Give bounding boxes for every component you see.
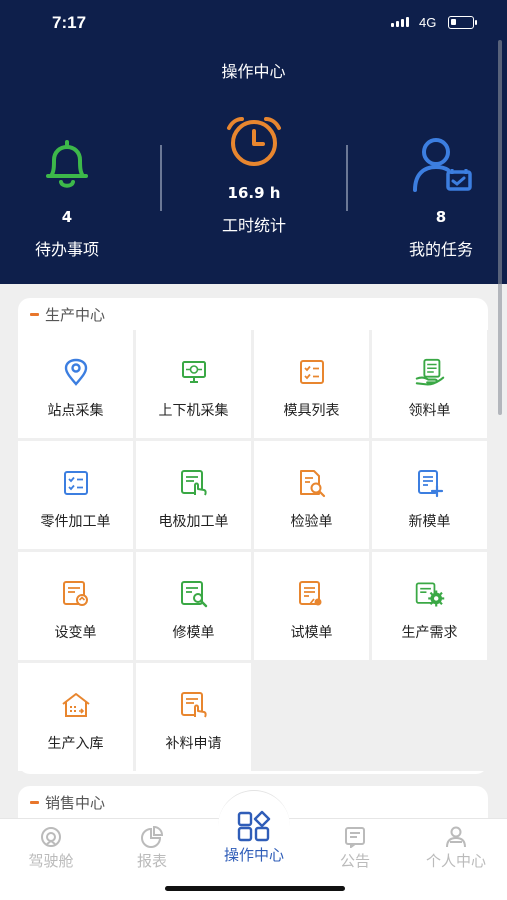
grid-item-inspection[interactable]: 检验单 (254, 441, 369, 549)
document-dot-icon (296, 578, 328, 610)
checklist-icon (60, 467, 92, 499)
grid-item-new-mold[interactable]: 新模单 (372, 441, 487, 549)
scrollbar[interactable] (498, 40, 502, 415)
grid-item-material-pick[interactable]: 领料单 (372, 330, 487, 438)
section-marker (30, 800, 39, 804)
document-search-icon (296, 467, 328, 499)
grid-item-label: 修模单 (172, 625, 215, 641)
section-title: 生产中心 (45, 305, 106, 324)
section-title: 销售中心 (45, 793, 106, 812)
tab-reports[interactable]: 报表 (107, 824, 197, 871)
location-pin-icon (60, 356, 92, 388)
grid-item-label: 零件加工单 (40, 514, 111, 530)
grid-item-mold-repair[interactable]: 修模单 (136, 552, 251, 660)
grid-item-material-supplement[interactable]: 补料申请 (136, 663, 251, 771)
document-tap-icon (178, 467, 210, 499)
grid-item-label: 领料单 (408, 403, 451, 419)
document-gear-icon (414, 578, 446, 610)
tab-label: 个人中心 (425, 852, 486, 870)
status-time: 7:17 (52, 13, 87, 32)
grid-item-production-inbound[interactable]: 生产入库 (18, 663, 133, 771)
home-indicator[interactable] (165, 886, 345, 891)
person-icon (411, 824, 501, 848)
network-label: 4G (419, 15, 437, 30)
monitor-icon (178, 356, 210, 388)
grid-item-label: 站点采集 (47, 403, 104, 419)
divider (160, 145, 162, 211)
grid-item-electrode-process[interactable]: 电极加工单 (136, 441, 251, 549)
grid-item-label: 生产需求 (401, 625, 458, 641)
battery-icon (448, 16, 477, 29)
tab-operation-center[interactable]: 操作中心 (209, 810, 299, 865)
stat-todo-label: 待办事项 (34, 240, 99, 259)
grid-item-machine-collect[interactable]: 上下机采集 (136, 330, 251, 438)
grid-item-label: 电极加工单 (158, 514, 229, 530)
grid-item-label: 上下机采集 (158, 403, 229, 419)
bell-icon (12, 136, 122, 194)
signal-icon (391, 17, 409, 27)
grid-item-label: 新模单 (408, 514, 451, 530)
grid-item-site-collect[interactable]: 站点采集 (18, 330, 133, 438)
grid-item-label: 补料申请 (165, 736, 222, 752)
stat-tasks-value: 8 (435, 208, 447, 226)
stat-tasks[interactable]: 8 我的任务 (386, 136, 496, 260)
grid-item-production-demand[interactable]: 生产需求 (372, 552, 487, 660)
stat-hours-label: 工时统计 (221, 216, 286, 235)
production-grid: 站点采集 上下机采集 模具列表 领料单 零件加工单 电极加工单 检验单 新模单 … (18, 330, 488, 771)
document-refresh-icon (60, 578, 92, 610)
grid-item-design-change[interactable]: 设变单 (18, 552, 133, 660)
stat-tasks-label: 我的任务 (408, 240, 473, 259)
stat-todo-value: 4 (61, 208, 73, 226)
stat-todo[interactable]: 4 待办事项 (12, 136, 122, 260)
tab-label: 报表 (136, 852, 167, 870)
warehouse-icon (60, 689, 92, 721)
cockpit-icon (6, 824, 96, 848)
hand-document-icon (414, 356, 446, 388)
tab-label: 操作中心 (223, 846, 284, 864)
tab-label: 驾驶舱 (28, 852, 74, 870)
pie-chart-icon (107, 824, 197, 848)
stat-hours-value: 16.9 h (227, 184, 281, 202)
document-tap-icon (178, 689, 210, 721)
notice-icon (310, 824, 400, 848)
grid-item-label: 检验单 (290, 514, 333, 530)
tab-cockpit[interactable]: 驾驶舱 (6, 824, 96, 871)
header: 7:17 4G 操作中心 4 待办事项 16.9 h 工时统计 8 我的任务 (0, 0, 507, 415)
alarm-clock-icon (198, 114, 310, 170)
grid-item-mold-trial[interactable]: 试模单 (254, 552, 369, 660)
grid-apps-icon (209, 810, 299, 842)
user-task-icon (386, 136, 496, 194)
tab-label: 公告 (339, 852, 370, 870)
page-title: 操作中心 (221, 62, 286, 81)
tab-profile[interactable]: 个人中心 (411, 824, 501, 871)
section-header: 生产中心 (18, 298, 488, 330)
checklist-icon (296, 356, 328, 388)
stat-hours[interactable]: 16.9 h 工时统计 (198, 114, 310, 236)
document-wrench-icon (178, 578, 210, 610)
grid-item-label: 试模单 (290, 625, 333, 641)
status-bar: 7:17 4G (0, 0, 507, 46)
divider (346, 145, 348, 211)
grid-item-label: 设变单 (54, 625, 97, 641)
grid-item-mold-list[interactable]: 模具列表 (254, 330, 369, 438)
tab-notice[interactable]: 公告 (310, 824, 400, 871)
grid-item-label: 模具列表 (283, 403, 340, 419)
section-marker (30, 312, 39, 316)
grid-item-label: 生产入库 (47, 736, 104, 752)
grid-item-part-process[interactable]: 零件加工单 (18, 441, 133, 549)
document-add-icon (414, 467, 446, 499)
